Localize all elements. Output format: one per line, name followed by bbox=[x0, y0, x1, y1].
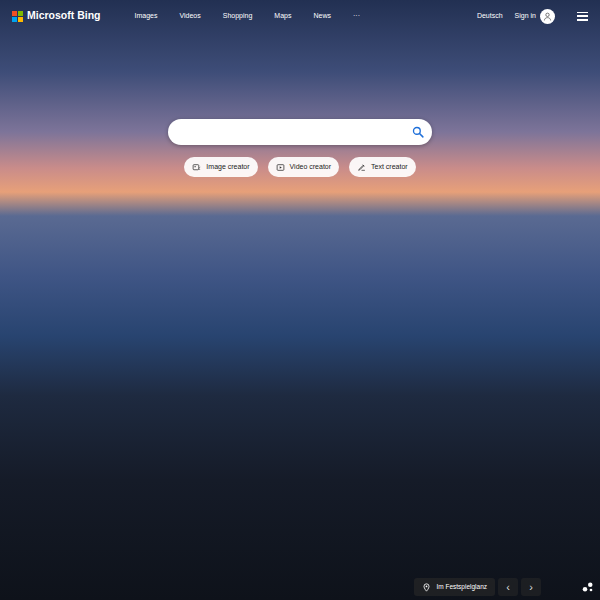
background-photo: Microsoft Bing Images Videos Shopping Maps Ne… bbox=[0, 0, 600, 600]
nav-item[interactable]: Images bbox=[135, 11, 158, 22]
account-area: Deutsch Sign in bbox=[477, 9, 588, 24]
menu-icon[interactable] bbox=[577, 12, 588, 21]
language-link[interactable]: Deutsch bbox=[477, 11, 503, 22]
bing-logo[interactable]: Microsoft Bing bbox=[12, 8, 101, 24]
video-creator-icon bbox=[276, 163, 285, 172]
creator-label: Video creator bbox=[290, 162, 332, 173]
footer-bar: Im Festspielglanz ‹› bbox=[0, 578, 600, 600]
sign-in-button[interactable]: Sign in bbox=[515, 9, 555, 24]
more-button[interactable]: ··· bbox=[353, 11, 360, 22]
creator-button[interactable]: Text creator bbox=[349, 157, 416, 177]
creator-label: Text creator bbox=[371, 162, 408, 173]
nav-item[interactable]: News bbox=[313, 11, 331, 22]
visual-search-icon[interactable] bbox=[582, 581, 594, 593]
nav-item[interactable]: Videos bbox=[179, 11, 200, 22]
caption-text: Im Festspielglanz bbox=[436, 582, 487, 592]
logo-text: Microsoft Bing bbox=[27, 8, 101, 24]
image-creator-icon bbox=[192, 163, 201, 172]
user-icon bbox=[540, 9, 555, 24]
sign-in-text: Sign in bbox=[515, 11, 536, 22]
location-pin-icon bbox=[422, 583, 431, 592]
search-box[interactable] bbox=[168, 119, 432, 145]
creator-button[interactable]: Video creator bbox=[268, 157, 340, 177]
next-button[interactable]: › bbox=[521, 578, 541, 596]
search-input[interactable] bbox=[180, 125, 412, 139]
microsoft-logo-icon bbox=[12, 11, 23, 22]
nav-item[interactable]: Maps bbox=[274, 11, 291, 22]
creator-button[interactable]: Image creator bbox=[184, 157, 257, 177]
previous-button[interactable]: ‹ bbox=[498, 578, 518, 596]
search-icon bbox=[412, 126, 424, 138]
nav-item[interactable]: Shopping bbox=[223, 11, 253, 22]
image-caption[interactable]: Im Festspielglanz bbox=[414, 578, 495, 596]
text-creator-icon bbox=[357, 163, 366, 172]
nav-menu: Images Videos Shopping Maps News ··· bbox=[135, 11, 360, 22]
creator-label: Image creator bbox=[206, 162, 249, 173]
creator-buttons: Image creator Video creator Text creator bbox=[0, 157, 600, 177]
top-bar: Microsoft Bing Images Videos Shopping Maps Ne… bbox=[0, 0, 600, 32]
